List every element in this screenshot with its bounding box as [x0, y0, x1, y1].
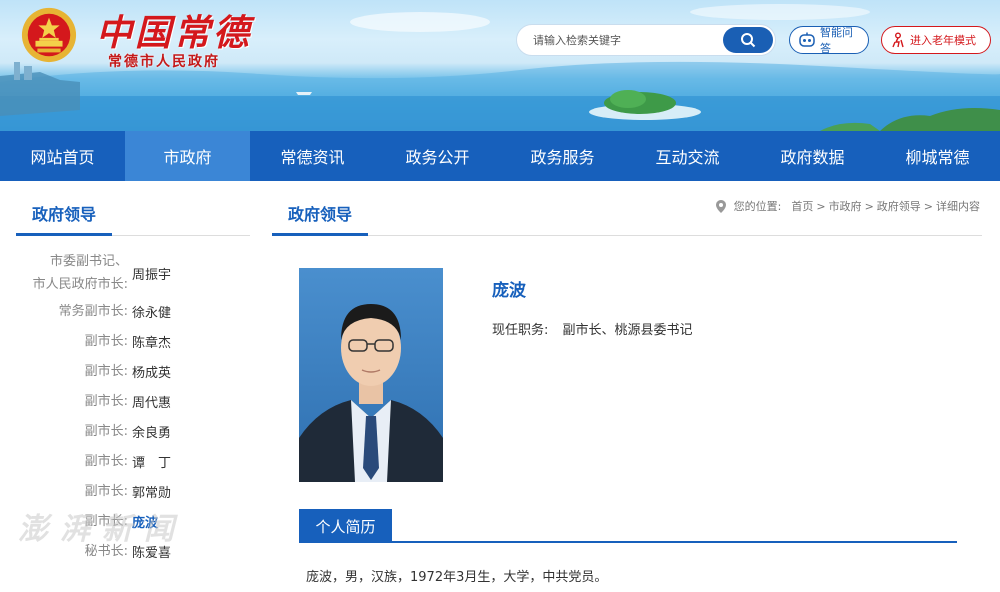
leader-role: 副市长:: [84, 453, 128, 469]
leader-item[interactable]: 副市长: 陈章杰: [16, 326, 250, 356]
breadcrumb-government-leaders[interactable]: 政府领导: [877, 198, 921, 214]
leader-name: 徐永健: [132, 305, 172, 321]
leader-name-heading: 庞波: [492, 281, 526, 301]
leader-name: 陈章杰: [132, 335, 172, 351]
leader-item[interactable]: 常务副市长: 徐永健: [16, 296, 250, 326]
leader-name: 陈爱喜: [132, 545, 172, 561]
leader-item[interactable]: 市委副书记、 市人民政府市长: 周振宇: [16, 250, 250, 296]
leader-role: 副市长:: [84, 513, 128, 529]
current-position: 现任职务: 副市长、桃源县委书记: [492, 319, 693, 338]
leader-name: 郭常勋: [132, 485, 172, 501]
breadcrumb-separator: >: [816, 199, 826, 213]
leader-name: 杨成英: [132, 365, 172, 381]
leader-item[interactable]: 副市长: 谭 丁: [16, 446, 250, 476]
leader-role: 常务副市长:: [58, 303, 128, 319]
elder-mode-button[interactable]: 进入老年模式: [881, 26, 991, 54]
ai-qa-label: 智能问答: [820, 26, 853, 55]
location-pin-icon: [715, 199, 726, 213]
position-label: 现任职务:: [492, 323, 549, 338]
search-button[interactable]: [723, 27, 773, 53]
leader-role: 副市长:: [84, 393, 128, 409]
leader-item[interactable]: 秘书长: 陈爱喜: [16, 536, 250, 566]
leader-item-current[interactable]: 副市长: 庞波: [16, 506, 250, 536]
leader-name: 余良勇: [132, 425, 172, 441]
leader-list: 市委副书记、 市人民政府市长: 周振宇 常务副市长: 徐永健 副市长: 陈章杰 …: [16, 250, 250, 566]
leader-role: 秘书长:: [84, 543, 128, 559]
national-emblem-icon: [21, 7, 77, 63]
leader-role: 副市长:: [84, 333, 128, 349]
robot-icon: [799, 32, 815, 47]
bio-text: 庞波，男，汉族，1972年3月生，大学，中共党员。: [306, 570, 608, 585]
nav-government-services[interactable]: 政务服务: [500, 131, 625, 181]
search-input[interactable]: [517, 25, 725, 55]
breadcrumb-separator: >: [923, 199, 933, 213]
leader-role-line: 市委副书记、: [49, 254, 128, 269]
leader-item[interactable]: 副市长: 杨成英: [16, 356, 250, 386]
leader-item[interactable]: 副市长: 余良勇: [16, 416, 250, 446]
nav-city-government[interactable]: 市政府: [125, 131, 250, 181]
leader-role: 市委副书记、 市人民政府市长:: [16, 250, 128, 296]
leader-portrait-photo: [299, 268, 443, 482]
breadcrumb-separator: >: [864, 199, 874, 213]
nav-government-affairs-disclosure[interactable]: 政务公开: [375, 131, 500, 181]
content-header: 政府领导 您的位置: 首页 > 市政府 > 政府领导 > 详细内容: [272, 196, 982, 236]
site-subtitle: 常德市人民政府: [108, 54, 220, 70]
bio-section-header: 个人简历: [299, 509, 957, 543]
nav-changde-news[interactable]: 常德资讯: [250, 131, 375, 181]
leader-item[interactable]: 副市长: 周代惠: [16, 386, 250, 416]
search-box: [516, 24, 776, 56]
elder-mode-label: 进入老年模式: [910, 34, 976, 47]
leader-role: 副市长:: [84, 423, 128, 439]
leader-name: 周代惠: [132, 395, 172, 411]
main-nav: 网站首页 市政府 常德资讯 政务公开 政务服务 互动交流 政府数据 柳城常德: [0, 131, 1000, 181]
header-banner: 中国常德 常德市人民政府 智能问答: [0, 0, 1000, 131]
breadcrumb-home[interactable]: 首页: [791, 198, 813, 214]
search-icon: [741, 33, 756, 48]
site-title: 中国常德: [96, 12, 253, 54]
leader-name: 庞波: [132, 515, 159, 531]
position-value: 副市长、桃源县委书记: [562, 323, 693, 338]
leader-role: 副市长:: [84, 363, 128, 379]
breadcrumb-city-government[interactable]: 市政府: [829, 198, 862, 214]
leader-role: 副市长:: [84, 483, 128, 499]
breadcrumb-current: 详细内容: [936, 200, 980, 213]
breadcrumb: 您的位置: 首页 > 市政府 > 政府领导 > 详细内容: [715, 196, 980, 216]
nav-home[interactable]: 网站首页: [0, 131, 125, 181]
ai-qa-button[interactable]: 智能问答: [789, 26, 869, 55]
nav-liucheng-changde[interactable]: 柳城常德: [875, 131, 1000, 181]
leader-name: 谭 丁: [132, 455, 172, 471]
bio-tab: 个人简历: [299, 509, 392, 543]
elder-person-icon: [892, 32, 904, 48]
nav-government-data[interactable]: 政府数据: [750, 131, 875, 181]
leader-name: 周振宇: [132, 267, 172, 283]
content-title: 政府领导: [272, 201, 369, 236]
leader-item[interactable]: 副市长: 郭常勋: [16, 476, 250, 506]
sidebar-header: 政府领导: [16, 196, 250, 236]
sidebar-title: 政府领导: [16, 201, 113, 236]
nav-interaction[interactable]: 互动交流: [625, 131, 750, 181]
breadcrumb-label: 您的位置:: [733, 200, 782, 213]
leader-role-line: 市人民政府市长:: [32, 277, 128, 292]
